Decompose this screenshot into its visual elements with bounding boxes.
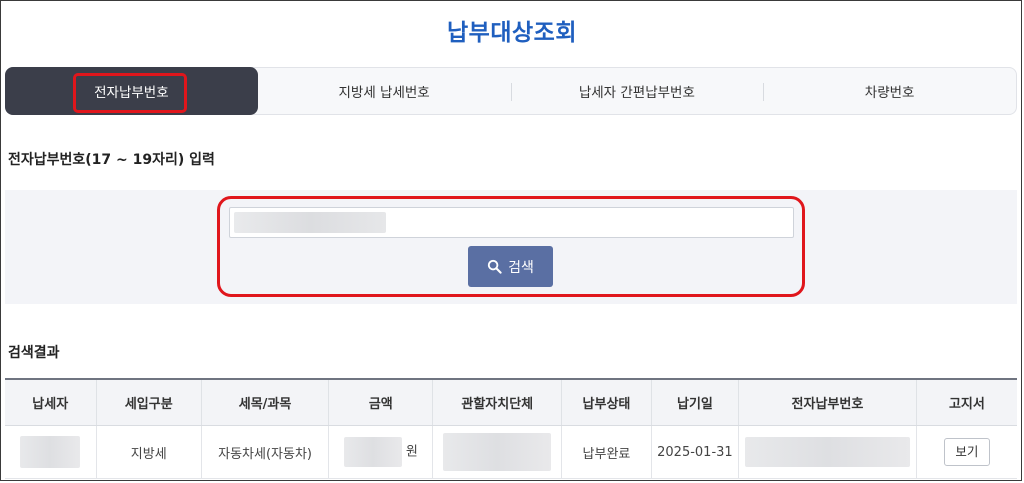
tab-highlight-annotation: [73, 73, 187, 113]
municipality-cell: [432, 425, 562, 479]
input-section-label: 전자납부번호(17 ~ 19자리) 입력: [8, 152, 215, 168]
column-header: 관할자치단체: [432, 378, 562, 426]
tab-label: 차량번호: [864, 85, 915, 101]
redacted-payment-number: [744, 437, 910, 467]
column-header: 납기일: [650, 378, 739, 426]
status-cell: 납부완료: [561, 425, 652, 479]
tab-label: 납세자 간편납부번호: [578, 85, 695, 101]
tab-label: 지방세 납세번호: [338, 85, 430, 101]
amount-unit: 원: [405, 444, 418, 460]
tab-vehicle-number[interactable]: 차량번호: [763, 68, 1016, 114]
notice-cell: 보기: [915, 425, 1017, 479]
tab-simple-payment-number[interactable]: 납세자 간편납부번호: [510, 68, 764, 114]
view-notice-button[interactable]: 보기: [943, 438, 990, 466]
tax-item-cell: 자동차세(자동차): [200, 425, 329, 479]
redacted-amount: [343, 437, 402, 467]
payment-number-cell: [738, 425, 917, 479]
results-section-label: 검색결과: [8, 345, 60, 361]
column-header: 고지서: [915, 378, 1017, 426]
redacted-taxpayer: [20, 436, 81, 468]
amount-cell: 원: [328, 425, 433, 479]
revenue-type-cell: 지방세: [95, 425, 202, 479]
search-highlight-annotation: [217, 196, 805, 297]
table-row: 지방세 자동차세(자동차) 원 납부완료 2025-01-31 보기: [5, 425, 1017, 479]
page-title: 납부대상조회: [447, 20, 577, 46]
results-table: 납세자 세입구분 세목/과목 금액 관할자치단체 납부상태 납기일 전자납부번호…: [5, 378, 1017, 479]
column-header: 세목/과목: [200, 378, 329, 426]
column-header: 납세자: [5, 378, 96, 426]
tab-local-tax-number[interactable]: 지방세 납세번호: [258, 68, 511, 114]
column-header: 금액: [328, 378, 433, 426]
column-header: 전자납부번호: [738, 378, 917, 426]
taxpayer-cell: [5, 425, 96, 479]
redacted-municipality: [443, 433, 552, 471]
due-date-cell: 2025-01-31: [650, 425, 739, 479]
table-header-row: 납세자 세입구분 세목/과목 금액 관할자치단체 납부상태 납기일 전자납부번호…: [5, 378, 1017, 426]
column-header: 세입구분: [95, 378, 202, 426]
column-header: 납부상태: [561, 378, 652, 426]
